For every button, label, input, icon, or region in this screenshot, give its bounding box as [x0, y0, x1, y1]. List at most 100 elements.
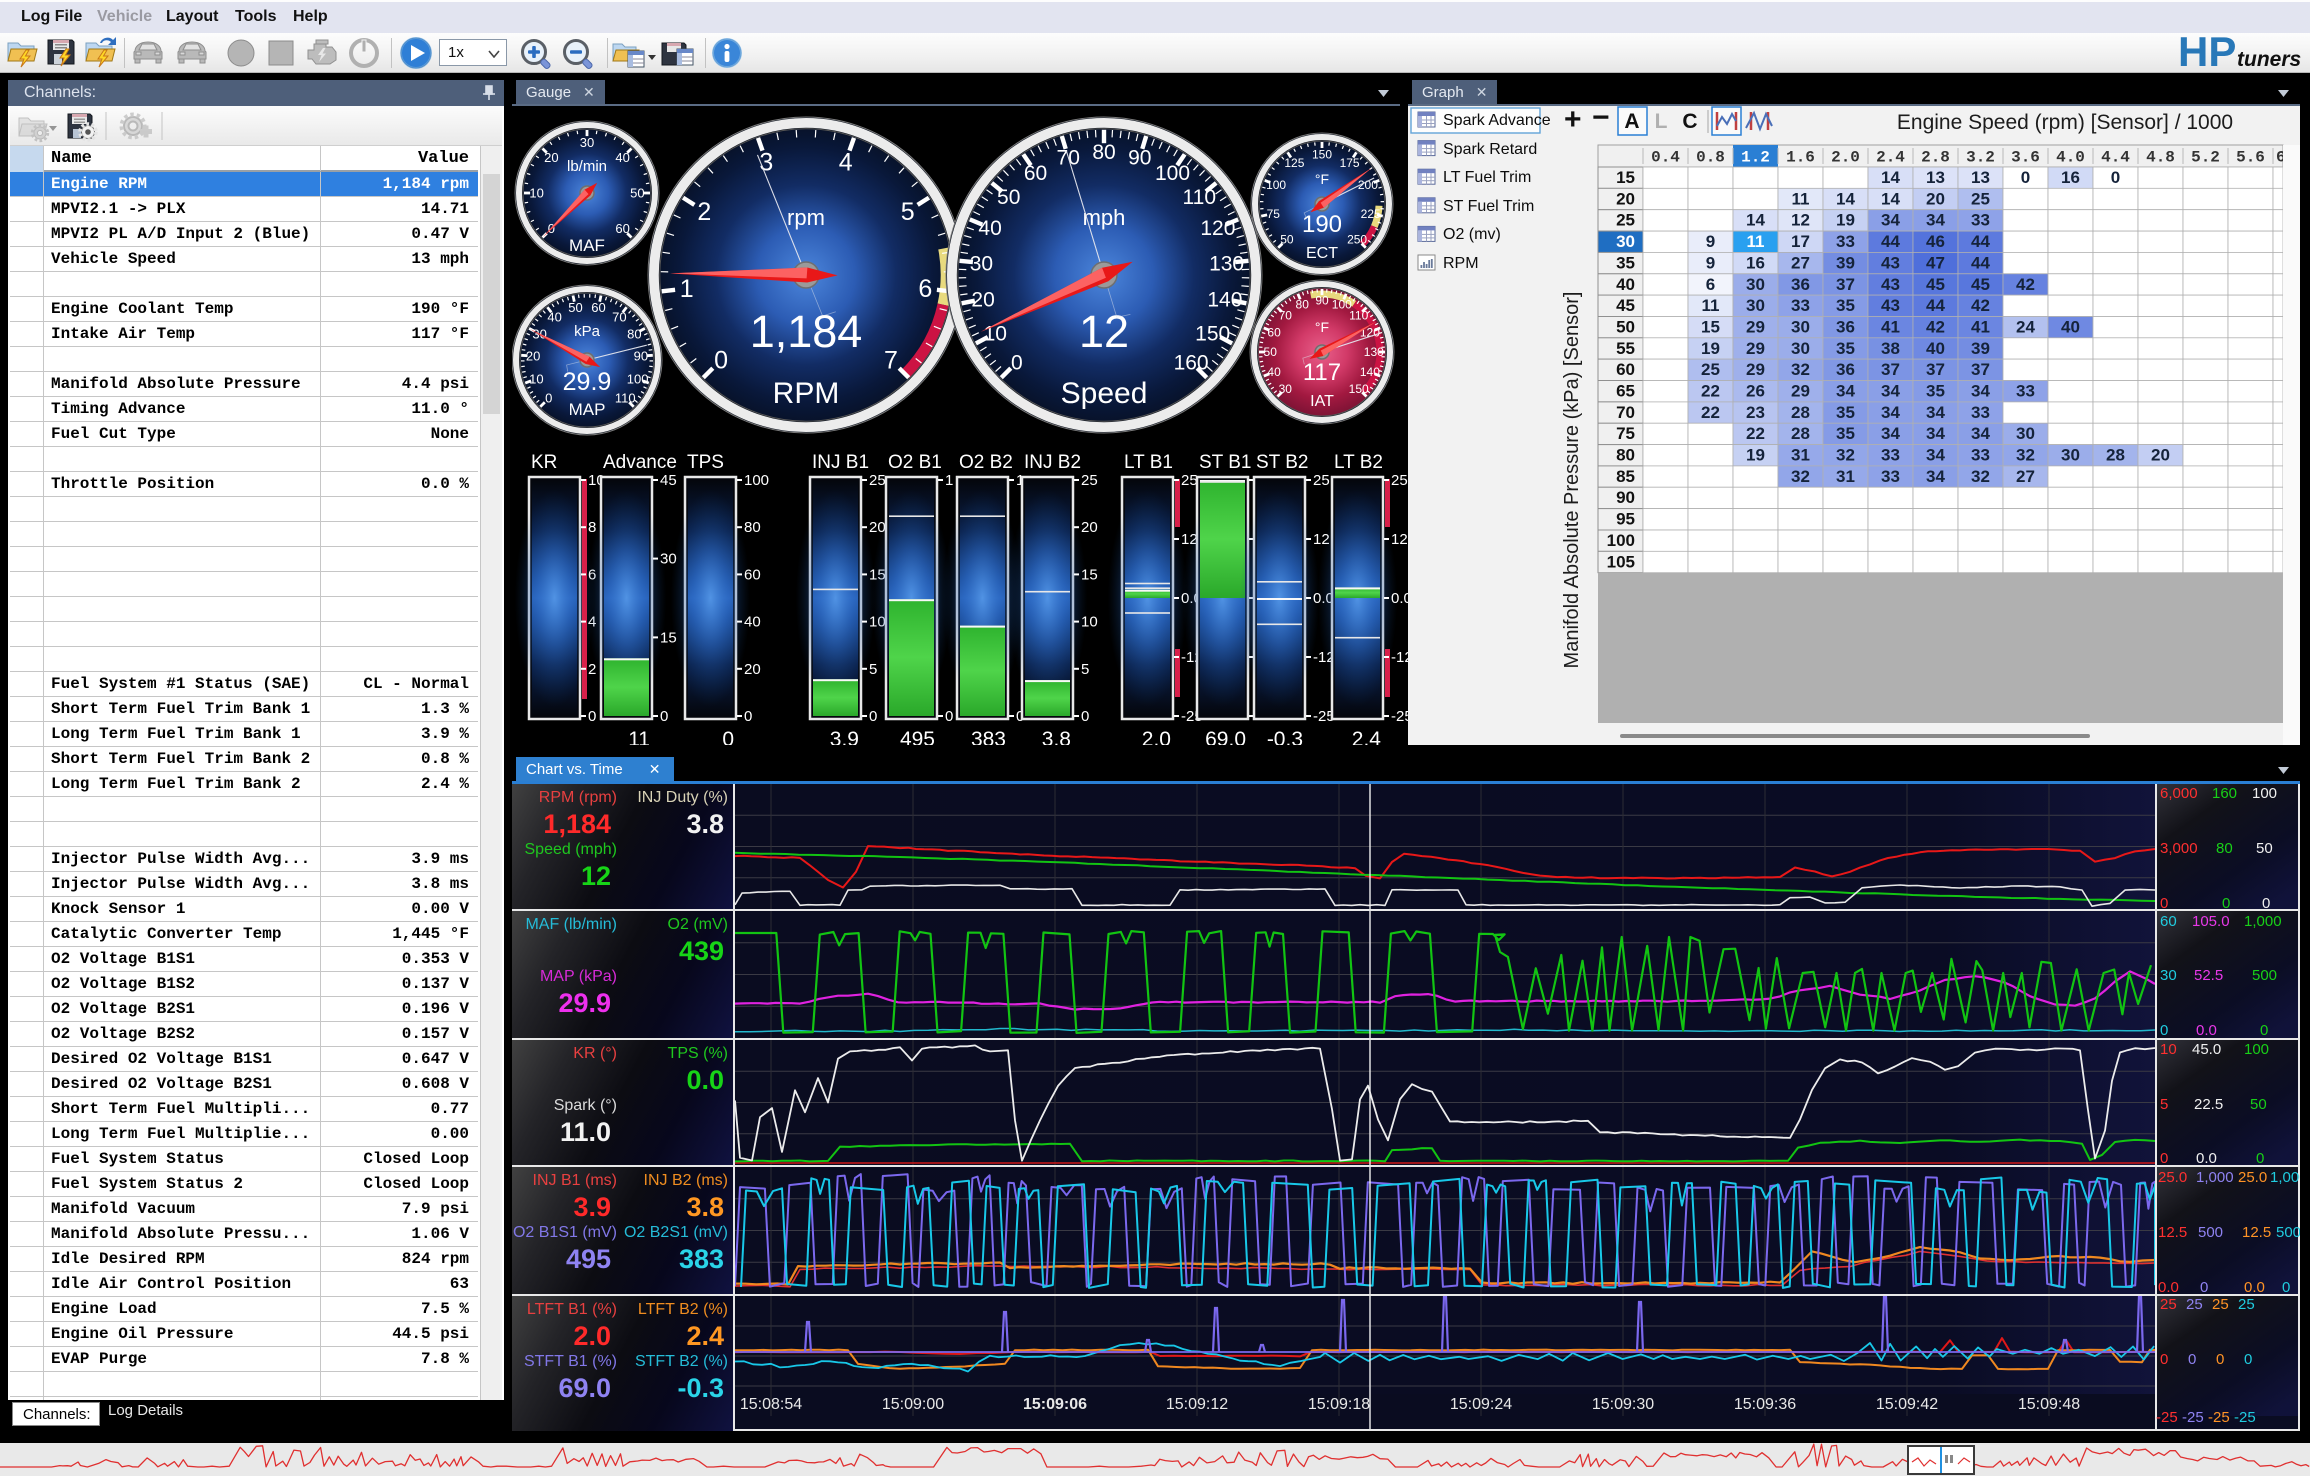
svg-text:34: 34 — [1881, 424, 1900, 443]
svg-text:22: 22 — [1746, 424, 1765, 443]
svg-text:160: 160 — [2212, 785, 2237, 802]
svg-text:80: 80 — [1092, 141, 1115, 164]
svg-text:50: 50 — [630, 186, 644, 201]
svg-text:95: 95 — [1616, 510, 1635, 529]
svg-text:0: 0 — [660, 708, 668, 725]
svg-text:20: 20 — [1081, 519, 1098, 536]
svg-text:65: 65 — [1616, 382, 1635, 401]
svg-text:90: 90 — [1128, 146, 1151, 169]
svg-text:0: 0 — [714, 347, 728, 375]
svg-text:80: 80 — [2216, 840, 2233, 857]
svg-text:40: 40 — [1926, 339, 1945, 358]
svg-text:6: 6 — [1706, 275, 1715, 294]
svg-text:44: 44 — [1971, 232, 1990, 251]
svg-text:15:09:06: 15:09:06 — [1023, 1396, 1087, 1413]
svg-text:80: 80 — [744, 519, 761, 536]
svg-text:9: 9 — [1706, 253, 1715, 272]
svg-text:150: 150 — [1195, 322, 1230, 345]
svg-text:41: 41 — [1881, 318, 1900, 337]
svg-text:500: 500 — [2276, 1224, 2300, 1241]
svg-text:34: 34 — [1926, 467, 1945, 486]
svg-text:12: 12 — [1079, 306, 1129, 357]
svg-text:175: 175 — [1340, 156, 1360, 170]
svg-text:34: 34 — [1926, 446, 1945, 465]
svg-text:60: 60 — [744, 566, 761, 583]
svg-text:45: 45 — [660, 472, 677, 489]
svg-text:35: 35 — [1836, 424, 1855, 443]
svg-text:50: 50 — [2256, 840, 2273, 857]
svg-text:25: 25 — [1971, 189, 1990, 208]
svg-text:26: 26 — [1746, 382, 1765, 401]
svg-text:30: 30 — [580, 135, 594, 150]
svg-text:50: 50 — [1280, 232, 1294, 246]
svg-text:50: 50 — [997, 186, 1020, 209]
svg-text:22.5: 22.5 — [2194, 1096, 2223, 1113]
svg-text:ST B2: ST B2 — [1256, 452, 1308, 473]
svg-text:70: 70 — [1616, 403, 1635, 422]
svg-text:40: 40 — [2061, 318, 2080, 337]
svg-text:110: 110 — [1183, 186, 1216, 209]
svg-text:28: 28 — [2106, 446, 2125, 465]
svg-text:L: L — [1655, 110, 1668, 133]
svg-text:13: 13 — [1971, 168, 1990, 187]
svg-text:6,000: 6,000 — [2160, 785, 2198, 802]
svg-text:14: 14 — [1836, 189, 1855, 208]
svg-text:20: 20 — [1616, 189, 1635, 208]
svg-text:75: 75 — [1616, 424, 1635, 443]
svg-text:100: 100 — [1266, 178, 1286, 192]
svg-text:120: 120 — [1200, 217, 1235, 240]
svg-text:0: 0 — [2256, 1150, 2264, 1167]
svg-text:25: 25 — [869, 472, 886, 489]
svg-text:3: 3 — [759, 148, 773, 176]
svg-text:25.0: 25.0 — [2158, 1169, 2187, 1186]
svg-text:33: 33 — [1971, 446, 1990, 465]
svg-text:KR: KR — [531, 452, 557, 473]
svg-text:25.0: 25.0 — [2238, 1169, 2267, 1186]
svg-text:32: 32 — [1791, 467, 1810, 486]
svg-text:27: 27 — [1791, 253, 1810, 272]
svg-text:-25: -25 — [2156, 1409, 2178, 1426]
svg-text:44: 44 — [1926, 296, 1945, 315]
svg-text:HP: HP — [2178, 33, 2236, 73]
svg-text:0: 0 — [2222, 895, 2230, 912]
svg-text:55: 55 — [1616, 339, 1635, 358]
svg-text:7: 7 — [884, 347, 898, 375]
svg-text:19: 19 — [1701, 339, 1720, 358]
svg-text:10: 10 — [529, 371, 543, 386]
svg-text:A: A — [1624, 110, 1639, 133]
svg-text:RPM: RPM — [773, 377, 840, 410]
svg-text:2.4: 2.4 — [1876, 149, 1905, 167]
svg-text:25: 25 — [1616, 211, 1635, 230]
svg-text:1: 1 — [945, 472, 953, 489]
svg-text:33: 33 — [1971, 403, 1990, 422]
svg-text:45: 45 — [1616, 296, 1635, 315]
svg-text:LT Fuel Trim: LT Fuel Trim — [1443, 169, 1531, 186]
svg-text:60: 60 — [615, 221, 629, 236]
svg-text:25: 25 — [2212, 1296, 2229, 1313]
svg-text:15:09:36: 15:09:36 — [1734, 1396, 1796, 1413]
svg-text:33: 33 — [1836, 232, 1855, 251]
svg-text:36: 36 — [1791, 275, 1810, 294]
svg-text:C: C — [1682, 110, 1697, 133]
svg-text:45: 45 — [1971, 275, 1990, 294]
svg-text:60: 60 — [1616, 360, 1635, 379]
svg-text:100: 100 — [1607, 531, 1635, 550]
svg-text:3.9: 3.9 — [830, 728, 859, 745]
svg-text:110: 110 — [1349, 309, 1368, 323]
svg-text:0: 0 — [2262, 895, 2270, 912]
svg-text:40: 40 — [1267, 365, 1281, 379]
svg-text:20: 20 — [1926, 189, 1945, 208]
svg-text:20: 20 — [544, 150, 558, 165]
svg-text:28: 28 — [1791, 403, 1810, 422]
svg-text:5.2: 5.2 — [2191, 149, 2220, 167]
svg-text:80: 80 — [1616, 446, 1635, 465]
svg-text:34: 34 — [1926, 403, 1945, 422]
svg-text:ST Fuel Trim: ST Fuel Trim — [1443, 198, 1534, 215]
svg-text:5.6: 5.6 — [2236, 149, 2265, 167]
svg-text:43: 43 — [1881, 253, 1900, 272]
svg-text:495: 495 — [900, 728, 935, 745]
svg-text:37: 37 — [1926, 360, 1945, 379]
svg-text:37: 37 — [1881, 360, 1900, 379]
svg-text:RPM: RPM — [1443, 255, 1479, 272]
svg-text:29: 29 — [1791, 382, 1810, 401]
